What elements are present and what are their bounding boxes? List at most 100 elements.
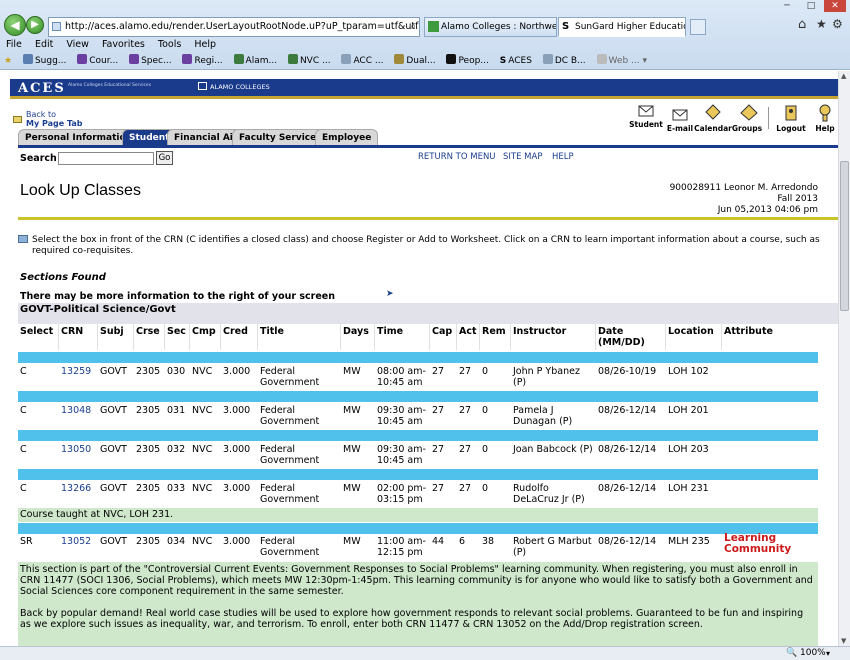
column-divider (456, 324, 457, 350)
search-input[interactable] (58, 152, 154, 165)
column-divider (340, 324, 341, 350)
sungard-s-icon: S (562, 21, 570, 32)
cell-time: 03:15 pm (377, 494, 423, 505)
crn-link[interactable]: 13050 (61, 444, 91, 455)
cell-date: 08/26-12/14 (598, 483, 657, 494)
cell-crse: 2305 (136, 483, 161, 494)
tab-employee[interactable]: Employee (315, 129, 379, 145)
email-icon (672, 108, 688, 122)
fav-item[interactable]: Sugg... (22, 53, 66, 69)
site-map-link[interactable]: SITE MAP (503, 152, 542, 162)
crn-link[interactable]: 13266 (61, 483, 91, 494)
crn-link[interactable]: 13048 (61, 405, 91, 416)
cell-time: 09:30 am- (377, 444, 426, 455)
menu-help[interactable]: Help (194, 38, 216, 52)
fav-item[interactable]: DC B... (542, 53, 586, 69)
cell-time: 12:15 pm (377, 547, 423, 558)
crn-link[interactable]: 13259 (61, 366, 91, 377)
close-icon[interactable]: ✕ (824, 0, 846, 12)
header-time: Time (377, 326, 404, 337)
header-crse: Crse (136, 326, 160, 337)
menu-favorites[interactable]: Favorites (102, 38, 145, 52)
menu-tools[interactable]: Tools (158, 38, 181, 52)
browser-chrome: ◀ ▶ http://aces.alamo.edu/render.UserLay… (0, 0, 850, 70)
tab-personal-information[interactable]: Personal Information (18, 129, 140, 145)
logout-icon (783, 104, 799, 122)
student-icon (638, 104, 654, 118)
zoom-level[interactable]: 100% (800, 647, 826, 660)
cell-location: LOH 201 (668, 405, 709, 416)
scroll-up-icon[interactable]: ▲ (841, 72, 846, 80)
tab-alamo-colleges[interactable]: Alamo Colleges : Northwest Vi... (424, 17, 557, 37)
cell-title: Federal (260, 405, 296, 416)
settings-gear-icon[interactable]: ⚙ (832, 17, 843, 31)
cell-date: 08/26-12/14 (598, 536, 657, 547)
address-bar[interactable]: http://aces.alamo.edu/render.UserLayoutR… (48, 17, 420, 37)
search-icon[interactable]: ⌕ (410, 18, 416, 36)
menu-edit[interactable]: Edit (35, 38, 53, 52)
note-paragraph: Back by popular demand! Real world case … (20, 608, 804, 630)
page-icon (52, 22, 61, 31)
alamo-icon (198, 82, 207, 90)
fav-item[interactable]: Peop... (446, 53, 489, 69)
cell-instructor: John P Ybanez (513, 366, 580, 377)
zoom-icon[interactable]: 🔍 (786, 647, 797, 660)
column-divider (429, 324, 430, 350)
return-to-menu-link[interactable]: RETURN TO MENU (418, 152, 496, 162)
fav-item[interactable]: Dual... (394, 53, 436, 69)
cell-instructor: Robert G Marbut (513, 536, 592, 547)
favorites-bar: ★ Sugg... Cour... Spec... Regi... Alam..… (0, 53, 850, 69)
header-date: Date (MM/DD) (598, 326, 645, 348)
fav-item[interactable]: Web ... ▾ (596, 53, 647, 69)
favorites-star-icon[interactable]: ★ (816, 17, 827, 31)
crn-link[interactable]: 13052 (61, 536, 91, 547)
cell-cmp: NVC (192, 483, 213, 494)
back-tab-icon (13, 116, 22, 123)
new-tab-button[interactable] (690, 19, 706, 35)
header-date-line-1: Date (598, 326, 624, 337)
aces-logo[interactable]: ACES (18, 81, 66, 96)
cell-select: C (20, 366, 27, 377)
cell-cap: 27 (432, 444, 445, 455)
back-link-line-2: My Page Tab (26, 119, 83, 128)
datetime-info: Jun 05,2013 04:06 pm (717, 205, 818, 215)
learning-community-attribute: Community (724, 543, 792, 555)
fav-item[interactable]: ACC ... (341, 53, 383, 69)
maximize-icon[interactable]: □ (800, 0, 822, 12)
header-sec: Sec (167, 326, 186, 337)
zoom-dropdown-icon[interactable]: ▾ (826, 647, 830, 660)
aces-banner: ACES Alamo Colleges Educational Services… (10, 79, 838, 99)
cell-title: Federal (260, 483, 296, 494)
help-tool[interactable]: Help (805, 104, 838, 133)
menu-view[interactable]: View (66, 38, 89, 52)
cell-rem: 0 (482, 444, 489, 455)
favorites-star-icon[interactable]: ★ (4, 53, 12, 69)
home-icon[interactable]: ⌂ (798, 17, 806, 32)
go-button[interactable]: Go (156, 151, 173, 165)
fav-item[interactable]: NVC ... (287, 53, 331, 69)
fav-item[interactable]: S ACES (500, 53, 532, 69)
cell-time: 10:45 am (377, 416, 423, 427)
scroll-down-icon[interactable]: ▼ (841, 637, 846, 645)
cell-act: 27 (459, 366, 472, 377)
fav-item[interactable]: Alam... (233, 53, 278, 69)
help-link[interactable]: HELP (552, 152, 574, 162)
cell-cred: 3.000 (223, 444, 251, 455)
vertical-scrollbar[interactable]: ▲ ▼ (838, 71, 850, 646)
fav-item[interactable]: Cour... (77, 53, 118, 69)
forward-arrow-icon[interactable]: ▶ (26, 16, 44, 34)
menu-file[interactable]: File (6, 38, 22, 52)
user-info: 900028911 Leonor M. Arredondo (669, 183, 818, 193)
cell-instructor: DeLaCruz Jr (P) (513, 494, 585, 505)
fav-label: Alam... (245, 56, 278, 66)
groups-tool[interactable]: Groups (727, 104, 767, 133)
cell-date: 08/26-12/14 (598, 405, 657, 416)
fav-item[interactable]: Regi... (182, 53, 223, 69)
tab-sungard[interactable]: S SunGard Higher Education (558, 17, 686, 37)
fav-item[interactable]: Spec... (129, 53, 172, 69)
back-arrow-icon[interactable]: ◀ (4, 14, 26, 36)
minimize-icon[interactable]: ─ (776, 0, 798, 12)
scroll-thumb[interactable] (840, 161, 849, 311)
fav-label: Regi... (194, 56, 223, 66)
back-to-my-page-link[interactable]: Back to My Page Tab (26, 110, 83, 128)
